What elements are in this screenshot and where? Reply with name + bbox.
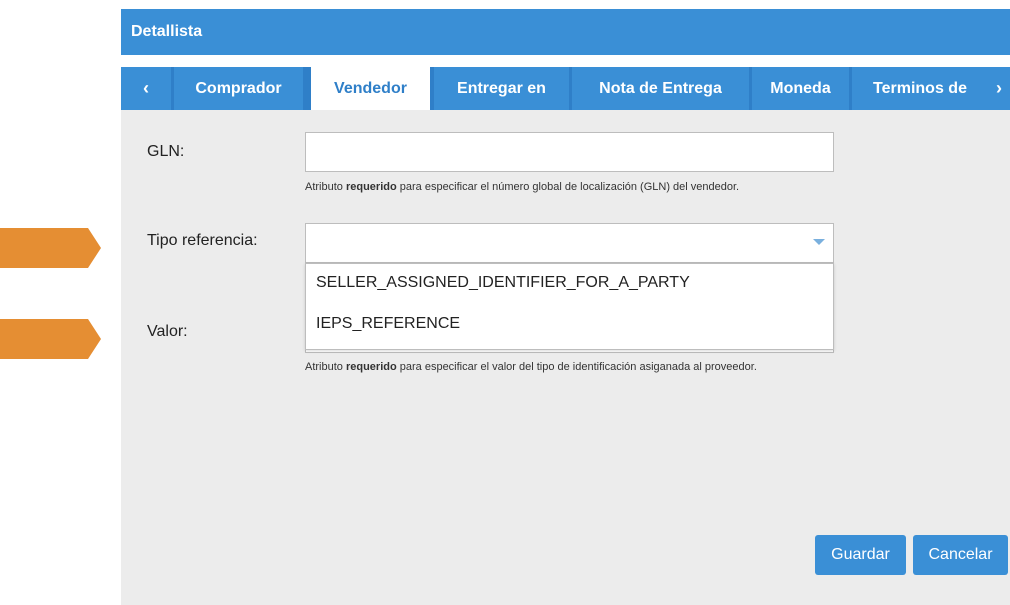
annotation-arrow-valor bbox=[0, 319, 101, 359]
dropdown-option[interactable]: IEPS_REFERENCE bbox=[316, 315, 460, 333]
tipo-referencia-select[interactable] bbox=[305, 223, 834, 263]
gln-input[interactable] bbox=[305, 132, 834, 172]
tab-strip: ‹ Comprador Vendedor Entregar en Nota de… bbox=[121, 67, 1010, 110]
tab-terminos-de[interactable]: Terminos de bbox=[852, 67, 988, 110]
tab-vendedor[interactable]: Vendedor bbox=[311, 67, 430, 110]
chevron-down-icon bbox=[813, 239, 825, 245]
tab-nota-de-entrega[interactable]: Nota de Entrega bbox=[572, 67, 749, 110]
gln-label: GLN: bbox=[147, 143, 185, 160]
save-button[interactable]: Guardar bbox=[815, 535, 906, 575]
tipo-referencia-dropdown: SELLER_ASSIGNED_IDENTIFIER_FOR_A_PARTY I… bbox=[305, 263, 834, 350]
tab-comprador[interactable]: Comprador bbox=[174, 67, 303, 110]
cancel-button[interactable]: Cancelar bbox=[913, 535, 1008, 575]
tab-scroll-left-button[interactable]: ‹ bbox=[121, 67, 171, 110]
dialog-footer: Guardar Cancelar bbox=[121, 517, 1010, 605]
valor-label: Valor: bbox=[147, 323, 188, 340]
tab-scroll-right-button[interactable]: › bbox=[988, 67, 1010, 110]
tab-moneda[interactable]: Moneda bbox=[752, 67, 849, 110]
annotation-arrow-tipo-referencia bbox=[0, 228, 101, 268]
form-content: GLN: Atributo requerido para especificar… bbox=[121, 110, 1010, 540]
valor-help-text: Atributo requerido para especificar el v… bbox=[305, 361, 757, 373]
tipo-referencia-label: Tipo referencia: bbox=[147, 232, 258, 249]
tab-bar: ‹ Comprador Vendedor Entregar en Nota de… bbox=[121, 55, 1010, 110]
dialog-title: Detallista bbox=[121, 9, 1010, 55]
gln-help-text: Atributo requerido para especificar el n… bbox=[305, 181, 740, 193]
detallista-dialog: Detallista ‹ Comprador Vendedor Entregar… bbox=[121, 9, 1010, 605]
dropdown-option[interactable]: SELLER_ASSIGNED_IDENTIFIER_FOR_A_PARTY bbox=[316, 274, 690, 292]
tab-entregar-en[interactable]: Entregar en bbox=[434, 67, 569, 110]
